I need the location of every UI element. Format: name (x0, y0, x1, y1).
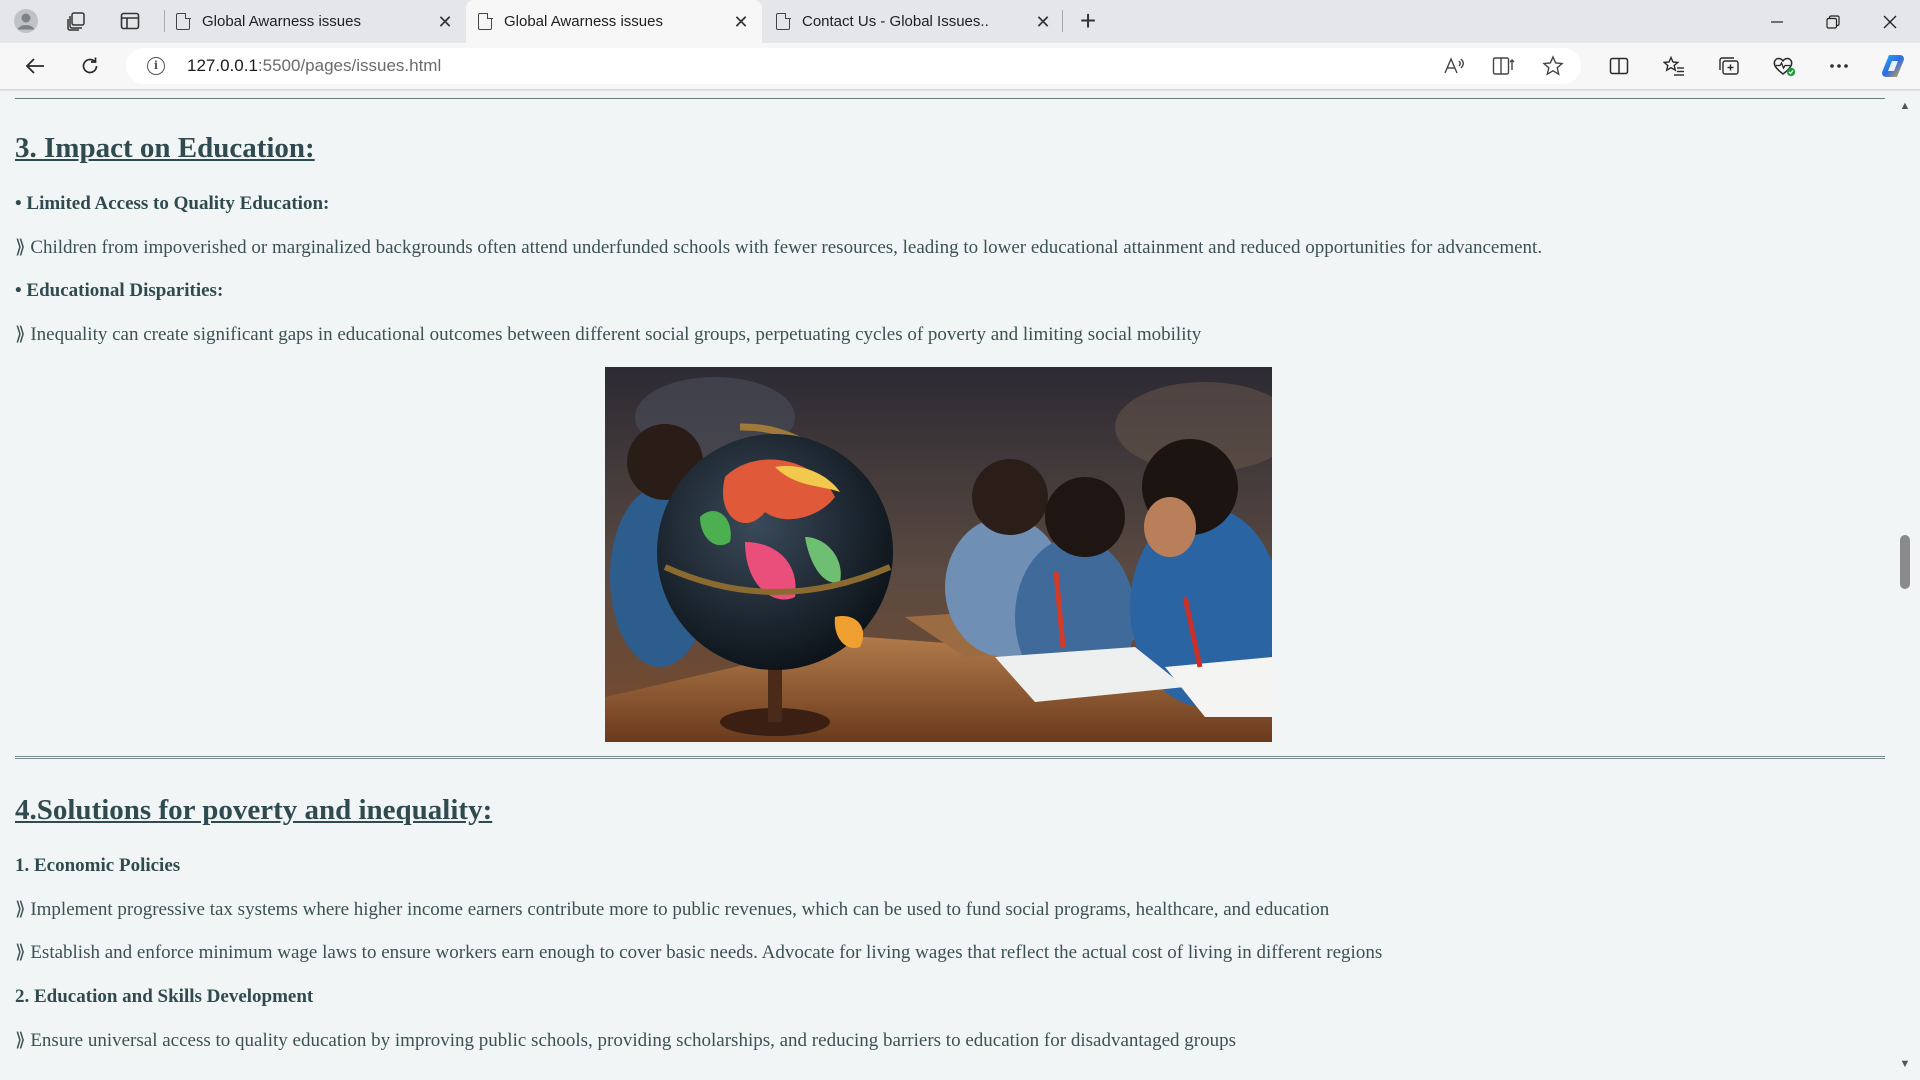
collections-icon (1719, 57, 1739, 75)
url-path: :5500/pages/issues.html (257, 56, 442, 75)
section-divider (15, 98, 1885, 99)
minimize-icon (1771, 20, 1783, 23)
section-heading-solutions: 4.Solutions for poverty and inequality: (15, 794, 493, 826)
scroll-up-arrow-icon[interactable]: ▲ (1898, 99, 1912, 113)
tab-separator (164, 10, 165, 32)
subheading-education-skills: 2. Education and Skills Development (15, 986, 314, 1007)
subheading-economic-policies: 1. Economic Policies (15, 855, 181, 876)
profile-avatar-icon (14, 9, 38, 33)
new-tab-button[interactable]: + (1070, 4, 1106, 38)
tab-contact-us[interactable]: Contact Us - Global Issues.. ✕ (776, 0, 1064, 43)
collections-button[interactable] (1711, 49, 1747, 83)
split-screen-icon (1609, 57, 1629, 75)
tab-title: Global Awarness issues (504, 13, 663, 30)
tab-global-awareness-1[interactable]: Global Awarness issues ✕ (176, 0, 466, 43)
tab-close-icon[interactable]: ✕ (730, 11, 752, 33)
workspaces-glyph-icon (67, 12, 85, 31)
solution-item-universal-education: ⟫ Ensure universal access to quality edu… (15, 1030, 1236, 1051)
tab-title: Global Awarness issues (202, 13, 361, 30)
more-dots-icon (1830, 64, 1848, 68)
copilot-icon (1882, 55, 1904, 77)
refresh-icon (82, 57, 98, 74)
read-aloud-icon[interactable] (1439, 52, 1469, 80)
back-button[interactable] (17, 49, 53, 83)
scrollbar-thumb[interactable] (1900, 535, 1910, 589)
tab-separator (1062, 10, 1063, 32)
scroll-down-arrow-icon[interactable]: ▼ (1898, 1057, 1912, 1071)
settings-more-button[interactable] (1821, 49, 1857, 83)
page-favicon-icon (776, 12, 791, 30)
refresh-button[interactable] (72, 49, 108, 83)
profile-icon[interactable] (8, 4, 44, 38)
section-divider (15, 756, 1885, 759)
section-heading-education: 3. Impact on Education: (15, 132, 315, 164)
page-favicon-icon (176, 12, 191, 30)
restore-icon (1826, 14, 1840, 29)
point-text-educational-disparities: ⟫ Inequality can create significant gaps… (15, 324, 1202, 345)
tab-close-icon[interactable]: ✕ (434, 11, 456, 33)
classroom-illustration (605, 367, 1272, 742)
page-scrollbar[interactable]: ▲ ▼ (1890, 91, 1920, 1080)
immersive-reader-icon[interactable] (1489, 52, 1519, 80)
point-title-educational-disparities: • Educational Disparities: (15, 280, 224, 301)
reader-view-glyph-icon (1492, 57, 1515, 75)
url-host: 127.0.0.1 (187, 56, 258, 75)
back-arrow-icon (25, 58, 44, 74)
star-outline-icon (1542, 55, 1564, 76)
solution-item-minimum-wage: ⟫ Establish and enforce minimum wage law… (15, 942, 1383, 963)
page-favicon-icon (478, 12, 493, 30)
copilot-button[interactable] (1876, 49, 1912, 83)
favorite-star-icon[interactable] (1538, 52, 1568, 80)
heart-health-icon (1773, 57, 1796, 77)
favorites-button[interactable] (1656, 49, 1692, 83)
tab-actions-icon[interactable] (112, 4, 148, 38)
url-text[interactable]: 127.0.0.1:5500/pages/issues.html (187, 56, 441, 76)
tab-close-icon[interactable]: ✕ (1032, 11, 1054, 33)
browser-toolbar: i 127.0.0.1:5500/pages/issues.html (0, 43, 1920, 90)
site-info-icon[interactable]: i (147, 57, 165, 75)
tab-title: Contact Us - Global Issues.. (802, 13, 989, 30)
close-window-button[interactable] (1862, 0, 1918, 43)
address-bar[interactable]: i 127.0.0.1:5500/pages/issues.html (126, 48, 1581, 84)
education-globe-classroom-image (605, 367, 1272, 742)
minimize-button[interactable] (1749, 0, 1805, 43)
browser-tab-strip: Global Awarness issues ✕ Global Awarness… (0, 0, 1920, 43)
workspaces-icon[interactable] (58, 4, 94, 38)
point-title-limited-access: • Limited Access to Quality Education: (15, 193, 330, 214)
tab-global-awareness-active[interactable]: Global Awarness issues ✕ (466, 0, 762, 43)
point-text-limited-access: ⟫ Children from impoverished or marginal… (15, 237, 1543, 258)
vertical-tabs-icon (120, 12, 140, 30)
close-window-icon (1883, 15, 1897, 28)
solution-item-progressive-tax: ⟫ Implement progressive tax systems wher… (15, 899, 1330, 920)
read-aloud-glyph-icon (1444, 57, 1464, 74)
page-viewport: 3. Impact on Education: • Limited Access… (0, 91, 1920, 1080)
restore-button[interactable] (1805, 0, 1861, 43)
browser-essentials-button[interactable] (1766, 49, 1802, 83)
split-screen-button[interactable] (1601, 49, 1637, 83)
favorites-list-icon (1663, 56, 1684, 76)
